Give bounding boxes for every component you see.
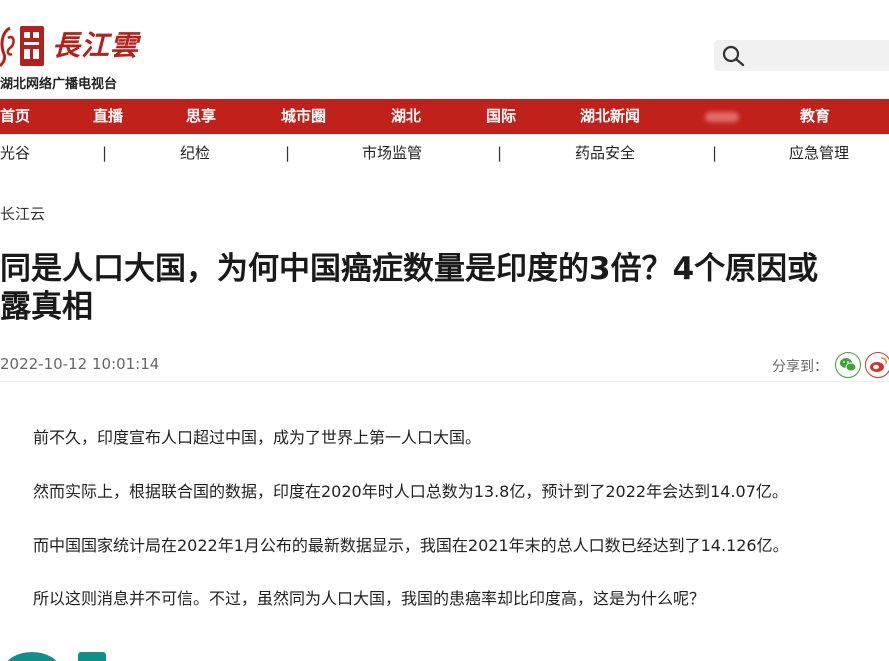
search-input[interactable] xyxy=(714,40,889,71)
share-label: 分享到： xyxy=(772,359,828,375)
secondary-nav: 光谷 | 纪检 | 市场监管 | 药品安全 | 应急管理 xyxy=(0,136,889,170)
subnav-separator: | xyxy=(712,144,718,162)
primary-nav: 首页 直播 思享 城市圈 湖北 国际 湖北新闻 教育 xyxy=(0,99,889,134)
logo-emblem-icon[interactable] xyxy=(0,24,46,68)
nav-item-ideas[interactable]: 思享 xyxy=(186,99,216,134)
nav-item-international[interactable]: 国际 xyxy=(486,99,516,134)
subnav-item-optics-valley[interactable]: 光谷 xyxy=(0,136,30,170)
share-wechat-button[interactable] xyxy=(835,352,861,378)
logo-subtitle: 湖北网络广播电视台 xyxy=(0,77,118,92)
section-number-decoration xyxy=(7,652,106,661)
subnav-separator: | xyxy=(285,144,291,162)
search-icon[interactable] xyxy=(722,45,746,67)
site-header: 長江雲 湖北网络广播电视台 xyxy=(0,0,889,100)
article-title-line: 露真相 xyxy=(0,289,93,325)
divider xyxy=(0,381,889,382)
nav-item-hubei[interactable]: 湖北 xyxy=(391,99,421,134)
subnav-separator: | xyxy=(102,144,108,162)
nav-item-hubei-news[interactable]: 湖北新闻 xyxy=(580,99,640,134)
subnav-item-emergency[interactable]: 应急管理 xyxy=(789,136,849,170)
nav-item-education[interactable]: 教育 xyxy=(800,99,830,134)
blurred-label xyxy=(705,111,739,122)
nav-item-blurred[interactable] xyxy=(705,99,739,134)
nav-item-live[interactable]: 直播 xyxy=(93,99,123,134)
wechat-icon xyxy=(840,358,857,372)
article-paragraph: 然而实际上，根据联合国的数据，印度在2020年时人口总数为13.8亿，预计到了2… xyxy=(33,482,788,501)
subnav-item-discipline[interactable]: 纪检 xyxy=(180,136,210,170)
article-paragraph: 前不久，印度宣布人口超过中国，成为了世界上第一人口大国。 xyxy=(33,428,482,447)
nav-item-home[interactable]: 首页 xyxy=(0,99,30,134)
subnav-item-market-supervision[interactable]: 市场监管 xyxy=(362,136,422,170)
article-source: 长江云 xyxy=(0,205,46,223)
article-title-line: 同是人口大国，为何中国癌症数量是印度的3倍？4个原因或 xyxy=(0,251,819,287)
article-title: 同是人口大国，为何中国癌症数量是印度的3倍？4个原因或 露真相 xyxy=(0,250,889,326)
article-paragraph: 所以这则消息并不可信。不过，虽然同为人口大国，我国的患癌率却比印度高，这是为什么… xyxy=(33,589,706,608)
subnav-item-drug-safety[interactable]: 药品安全 xyxy=(575,136,635,170)
publish-time: 2022-10-12 10:01:14 xyxy=(0,355,160,373)
share-weibo-button[interactable] xyxy=(865,352,889,378)
subnav-separator: | xyxy=(497,144,503,162)
logo-wordmark[interactable]: 長江雲 xyxy=(52,24,139,64)
article-paragraph: 而中国国家统计局在2022年1月公布的最新数据显示，我国在2021年末的总人口数… xyxy=(33,536,789,555)
weibo-icon xyxy=(870,357,888,372)
nav-item-city-circle[interactable]: 城市圈 xyxy=(281,99,326,134)
